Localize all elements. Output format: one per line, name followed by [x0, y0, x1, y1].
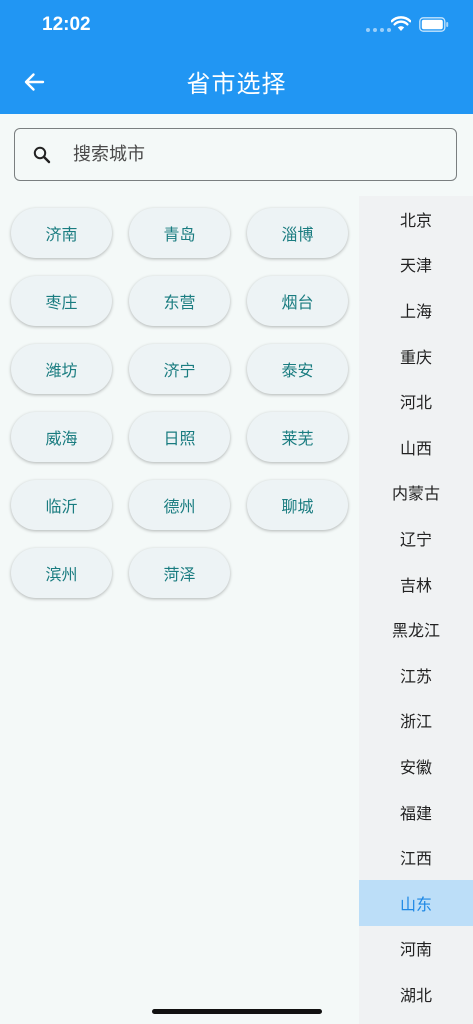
- city-chip[interactable]: 聊城: [247, 480, 348, 530]
- city-chip[interactable]: 临沂: [11, 480, 112, 530]
- province-item-selected[interactable]: 山东: [359, 879, 473, 926]
- search-box[interactable]: [14, 128, 457, 181]
- city-chip[interactable]: 烟台: [247, 276, 348, 326]
- province-item[interactable]: 浙江: [359, 698, 473, 744]
- province-item[interactable]: 河北: [359, 378, 473, 424]
- status-time: 12:02: [42, 14, 91, 35]
- province-item[interactable]: 上海: [359, 287, 473, 333]
- signal-icon: [366, 28, 391, 32]
- home-indicator: [152, 1009, 322, 1014]
- province-item[interactable]: 北京: [359, 196, 473, 242]
- battery-icon: [419, 17, 449, 32]
- city-chip[interactable]: 日照: [129, 412, 230, 462]
- province-item[interactable]: 辽宁: [359, 515, 473, 561]
- province-item[interactable]: 黑龙江: [359, 606, 473, 652]
- province-item[interactable]: 重庆: [359, 333, 473, 379]
- city-chip[interactable]: 青岛: [129, 208, 230, 258]
- app-bar: 12:02 省市选择: [0, 0, 473, 114]
- province-item[interactable]: 江西: [359, 834, 473, 880]
- city-chip[interactable]: 莱芜: [247, 412, 348, 462]
- city-chip[interactable]: 潍坊: [11, 344, 112, 394]
- city-chip[interactable]: 德州: [129, 480, 230, 530]
- city-chip[interactable]: 东营: [129, 276, 230, 326]
- province-item[interactable]: 安徽: [359, 743, 473, 789]
- wifi-icon: [391, 16, 411, 31]
- province-item[interactable]: 河南: [359, 926, 473, 972]
- city-chip[interactable]: 菏泽: [129, 548, 230, 598]
- province-item[interactable]: 湖北: [359, 971, 473, 1017]
- province-item[interactable]: 山西: [359, 424, 473, 470]
- province-item[interactable]: 福建: [359, 789, 473, 835]
- city-grid: 济南 青岛 淄博枣庄 东营 烟台潍坊 济宁 泰安威海 日照 莱芜临沂 德州 聊城滨州 菏泽: [11, 208, 351, 598]
- city-chip[interactable]: 济南: [11, 208, 112, 258]
- city-chip[interactable]: 泰安: [247, 344, 348, 394]
- province-item[interactable]: 江苏: [359, 652, 473, 698]
- province-list[interactable]: 北京 天津 上海 重庆 河北 山西 内蒙古 辽宁 吉林 黑龙江 江苏 浙江 安徽 福建 江西 山东 河南 湖北: [359, 196, 473, 1024]
- search-icon: [33, 146, 51, 164]
- page-title: 省市选择: [186, 70, 287, 98]
- city-chip[interactable]: 枣庄: [11, 276, 112, 326]
- city-chip[interactable]: 滨州: [11, 548, 112, 598]
- province-item[interactable]: 天津: [359, 242, 473, 288]
- province-item[interactable]: 内蒙古: [359, 470, 473, 516]
- province-item[interactable]: 吉林: [359, 561, 473, 607]
- city-chip[interactable]: 济宁: [129, 344, 230, 394]
- city-chip[interactable]: 淄博: [247, 208, 348, 258]
- search-input[interactable]: [73, 129, 443, 180]
- city-chip[interactable]: 威海: [11, 412, 112, 462]
